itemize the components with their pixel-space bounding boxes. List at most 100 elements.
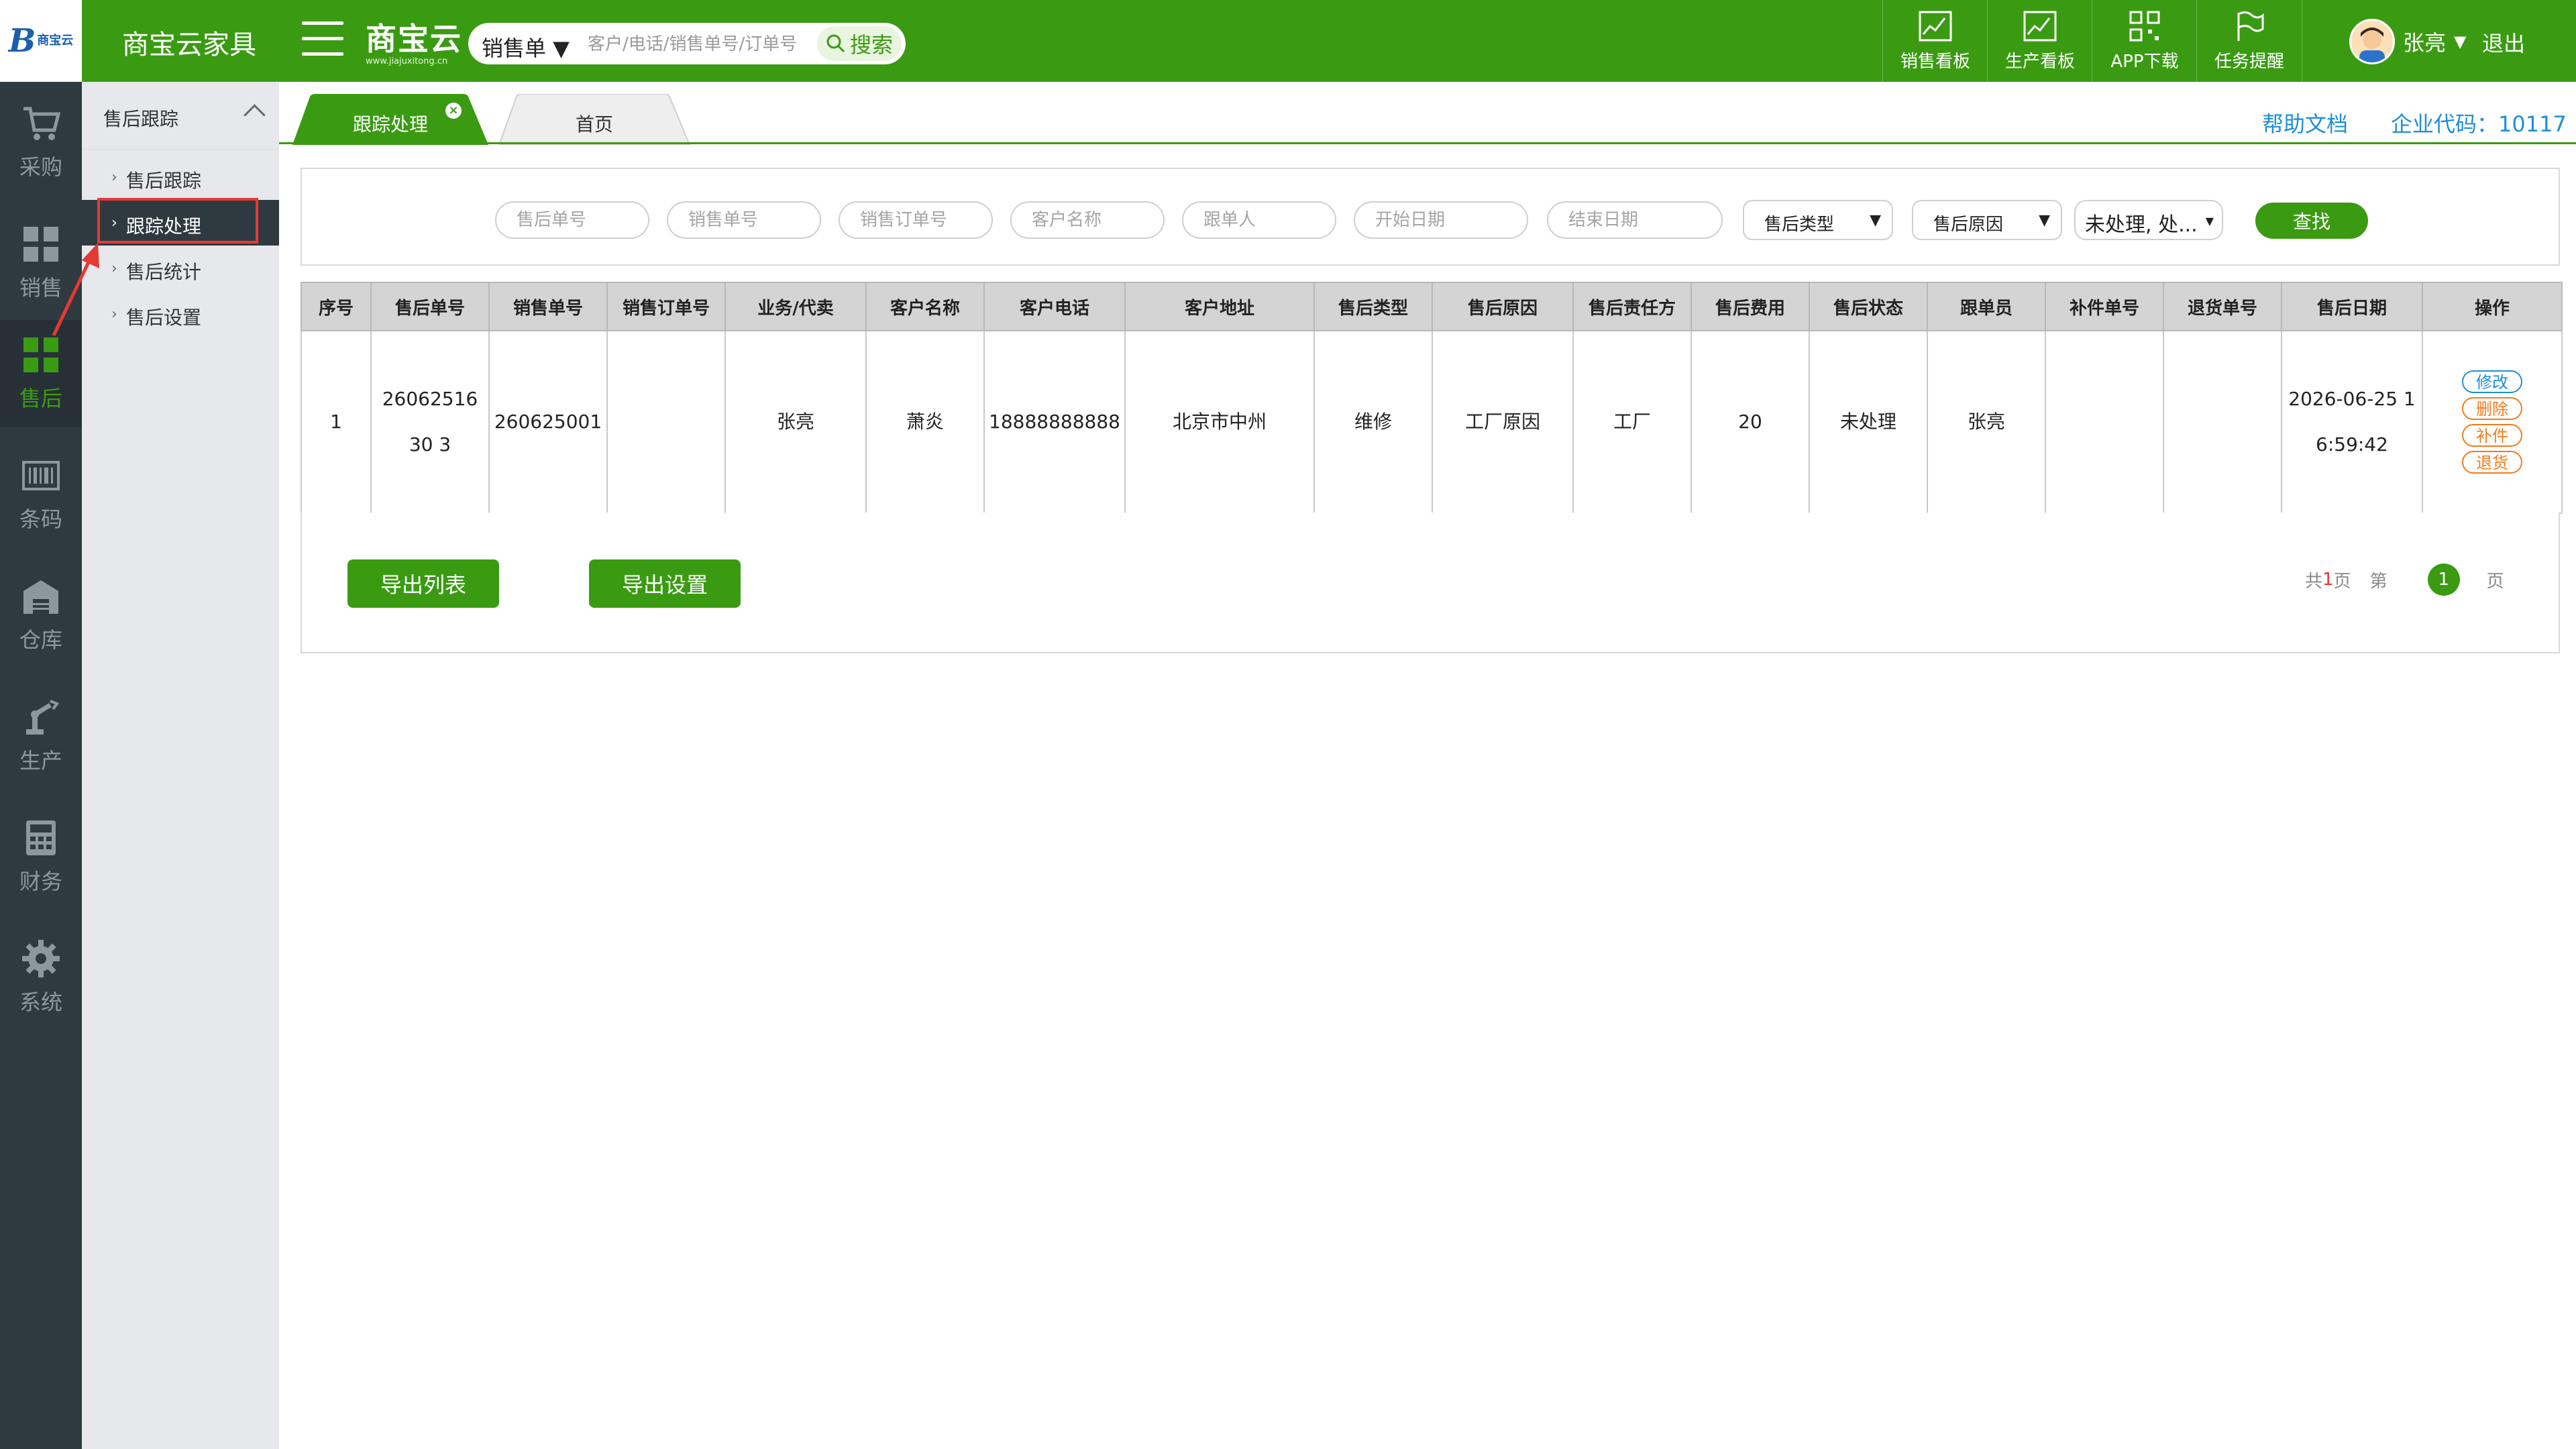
delete-button[interactable]: 删除 <box>2462 397 2522 420</box>
submenu-group-header[interactable]: 售后跟踪 <box>82 82 279 150</box>
search-input[interactable] <box>586 29 814 60</box>
table-cell: 20 <box>1690 330 1810 514</box>
aftersale-table: 序号 售后单号 销售单号 销售订单号 业务/代卖 客户名称 客户电话 客户地址 … <box>301 282 2563 514</box>
table-cell <box>2045 330 2164 514</box>
follower-input[interactable] <box>1183 203 1335 237</box>
search-button[interactable]: 搜索 <box>817 26 902 61</box>
edit-button[interactable]: 修改 <box>2462 370 2522 393</box>
table-header[interactable]: 销售订单号 <box>606 282 726 331</box>
flag-icon <box>2237 11 2264 41</box>
end-date-input[interactable] <box>1548 203 1721 237</box>
chart-icon <box>2023 11 2057 41</box>
table-header[interactable]: 业务/代卖 <box>724 282 867 331</box>
chevron-right-icon: › <box>111 306 117 323</box>
aftersale-reason-select[interactable]: 售后原因 ▼ <box>1912 200 2062 240</box>
list-footer: 导出列表 导出设置 共1页 第 1 页 <box>301 513 2560 653</box>
sales-order-no-input[interactable] <box>840 203 991 237</box>
table-cell: 北京市中州 <box>1124 330 1315 514</box>
app-title: 商宝云家具 <box>122 30 256 60</box>
table-cell: 张亮 <box>1927 330 2046 514</box>
gear-icon <box>22 940 60 977</box>
start-date-input[interactable] <box>1355 203 1527 237</box>
module-production[interactable]: 生产 <box>0 682 82 790</box>
corp-code: 企业代码：10117 <box>2391 111 2567 137</box>
app-download-link[interactable]: APP下载 <box>2092 0 2197 82</box>
cart-icon <box>23 107 61 140</box>
table-header[interactable]: 售后费用 <box>1690 282 1810 331</box>
aftersale-type-select[interactable]: 售后类型 ▼ <box>1743 200 1893 240</box>
dropdown-caret-icon: ▼ <box>553 36 570 61</box>
submenu-item-settings[interactable]: › 售后设置 <box>82 291 279 337</box>
table-header[interactable]: 客户电话 <box>983 282 1126 331</box>
logout-button[interactable]: 退出 <box>2482 27 2525 58</box>
search-type-dropdown[interactable]: 销售单 ▼ <box>482 32 570 62</box>
robot-arm-icon <box>26 700 60 735</box>
submenu-item-tracking[interactable]: › 售后跟踪 <box>82 154 279 200</box>
supplement-button[interactable]: 补件 <box>2462 424 2522 447</box>
table-header[interactable]: 客户名称 <box>865 282 985 331</box>
global-search: 销售单 ▼ 搜索 <box>468 23 906 64</box>
actions-cell: 修改 删除 补件 退货 <box>2422 330 2563 514</box>
table-header[interactable]: 序号 <box>301 282 372 331</box>
table-cell <box>2163 330 2282 514</box>
export-settings-button[interactable]: 导出设置 <box>589 559 741 608</box>
barcode-icon <box>22 461 60 490</box>
export-list-button[interactable]: 导出列表 <box>347 559 499 608</box>
production-dashboard-link[interactable]: 生产看板 <box>1987 0 2092 82</box>
status-multiselect[interactable]: 未处理, 处... ▼ <box>2074 200 2223 240</box>
table-header[interactable]: 跟单员 <box>1927 282 2046 331</box>
module-finance[interactable]: 财务 <box>0 803 82 910</box>
submenu-sidebar: 售后跟踪 › 售后跟踪 › 跟踪处理 › 售后统计 › 售后设置 <box>82 82 279 1449</box>
start-date-field <box>1354 201 1528 239</box>
task-reminder-link[interactable]: 任务提醒 <box>2196 0 2302 82</box>
table-header[interactable]: 销售单号 <box>488 282 608 331</box>
module-warehouse[interactable]: 仓库 <box>0 561 82 669</box>
table-header[interactable]: 售后原因 <box>1432 282 1574 331</box>
module-purchase[interactable]: 采购 <box>0 89 82 196</box>
aftersale-no-input[interactable] <box>496 203 648 237</box>
avatar <box>2349 19 2395 64</box>
table-cell: 2606251630 3 <box>370 330 490 514</box>
dropdown-caret-icon: ▼ <box>2039 212 2050 229</box>
help-docs-link[interactable]: 帮助文档 <box>2262 107 2348 138</box>
table-header[interactable]: 售后单号 <box>370 282 490 331</box>
sales-order-no-field <box>839 201 993 239</box>
table-header[interactable]: 售后责任方 <box>1572 282 1692 331</box>
pagination: 共1页 第 1 页 <box>2305 564 2504 596</box>
table-cell: 2026-06-25 16:59:42 <box>2281 330 2423 514</box>
table-header[interactable]: 售后状态 <box>1809 282 1928 331</box>
customer-name-field <box>1010 201 1165 239</box>
table-cell: 18888888888 <box>983 330 1126 514</box>
return-button[interactable]: 退货 <box>2462 451 2522 474</box>
follower-field <box>1182 201 1336 239</box>
dropdown-caret-icon: ▼ <box>1870 212 1881 229</box>
page-number-button[interactable]: 1 <box>2427 564 2460 596</box>
table-header[interactable]: 客户地址 <box>1124 282 1315 331</box>
table-header[interactable]: 售后类型 <box>1313 282 1433 331</box>
sales-no-input[interactable] <box>668 203 820 237</box>
dropdown-caret-icon: ▼ <box>2205 215 2214 227</box>
table-cell: 张亮 <box>724 330 867 514</box>
filter-panel: 售后类型▼ 售后原因▼ 未处理, 处...▼ 查找 <box>301 168 2560 266</box>
table-row[interactable]: 1 2606251630 3 260625001 张亮 萧炎 188888888… <box>301 330 2563 514</box>
tab-close-icon[interactable]: × <box>445 103 462 119</box>
aftersale-no-field <box>495 201 649 239</box>
user-name: 张亮 <box>2403 30 2447 56</box>
chevron-down-icon: ▼ <box>2454 32 2467 51</box>
table-header[interactable]: 补件单号 <box>2045 282 2164 331</box>
calculator-icon <box>26 820 56 855</box>
user-menu[interactable]: 张亮 ▼ <box>2349 19 2466 64</box>
company-logo: B 商宝云 <box>0 0 82 82</box>
module-system[interactable]: 系统 <box>0 924 82 1031</box>
tab-home[interactable]: 首页 <box>499 110 690 137</box>
table-header[interactable]: 退货单号 <box>2163 282 2282 331</box>
find-button[interactable]: 查找 <box>2255 203 2368 239</box>
module-barcode[interactable]: 条码 <box>0 441 82 548</box>
chart-icon <box>1919 11 1952 41</box>
tab-underline <box>279 142 2576 144</box>
customer-name-input[interactable] <box>1012 203 1163 237</box>
sales-dashboard-link[interactable]: 销售看板 <box>1882 0 1988 82</box>
table-header[interactable]: 售后日期 <box>2281 282 2423 331</box>
submenu-item-statistics[interactable]: › 售后统计 <box>82 246 279 291</box>
menu-toggle-icon[interactable] <box>302 21 343 58</box>
